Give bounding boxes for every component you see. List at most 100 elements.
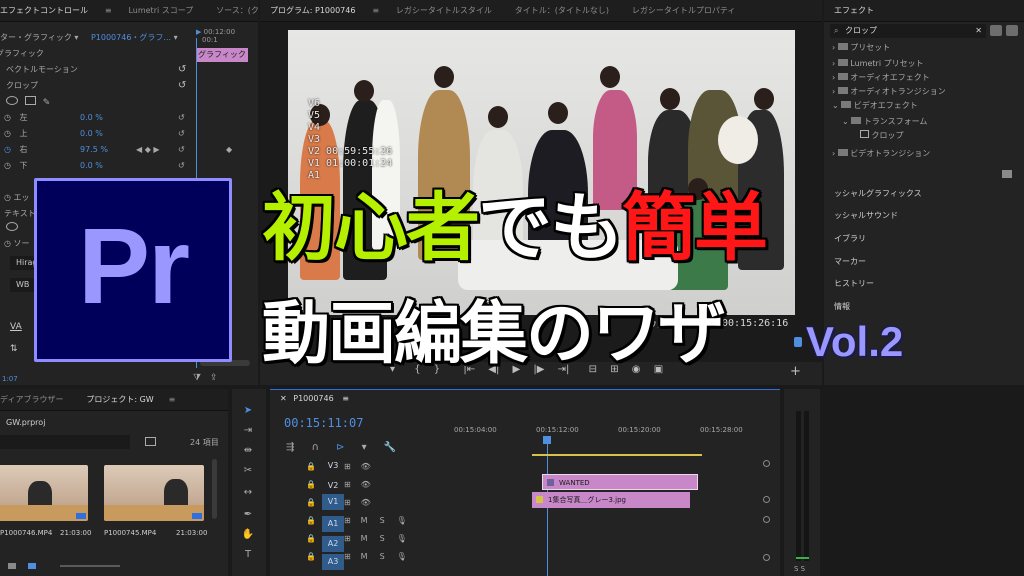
graphic-clip-bar[interactable]: グラフィック	[196, 48, 248, 62]
param-value[interactable]: 97.5 %	[80, 142, 108, 158]
tab-effects[interactable]: エフェクト	[824, 0, 884, 22]
mute-button[interactable]: M	[361, 534, 368, 543]
track-target-v1[interactable]: V1	[322, 494, 344, 510]
tree-item-video-transitions[interactable]: › ビデオトランジション	[832, 146, 930, 162]
track-target-a3[interactable]: A3	[322, 554, 344, 570]
new-search-bin-icon[interactable]	[145, 437, 156, 446]
reset-icon[interactable]: ↺	[178, 142, 185, 158]
tab-project[interactable]: プロジェクト: GW	[76, 389, 163, 411]
ruler-play-icon[interactable]: ▶	[196, 28, 201, 36]
thumb-clip[interactable]	[0, 465, 88, 521]
add-marker-icon[interactable]: ▾	[362, 442, 367, 453]
chevron-down-icon[interactable]: ▾	[174, 33, 178, 42]
reset-icon[interactable]: ↺	[178, 64, 186, 75]
section-graphic[interactable]: グラフィック	[0, 46, 44, 62]
tree-item-presets[interactable]: › プリセット	[832, 40, 890, 56]
work-area-bar[interactable]	[532, 454, 702, 456]
stopwatch-icon[interactable]: ◷	[4, 193, 11, 202]
sequence-clip-selector[interactable]: P1000746・グラフ...	[91, 33, 171, 42]
reset-icon[interactable]: ↺	[178, 110, 185, 126]
project-search[interactable]	[0, 435, 130, 449]
track-target-v2[interactable]: V2	[322, 478, 344, 494]
reset-icon[interactable]: ↺	[178, 158, 185, 174]
pen-tool-icon[interactable]: ✒	[240, 507, 256, 523]
lock-icon[interactable]: 🔒	[306, 498, 316, 507]
settings-icon[interactable]	[794, 337, 802, 347]
panel-essential-graphics[interactable]: ッシャルグラフィックス	[834, 186, 922, 202]
tab-source[interactable]: ソース：(ク	[206, 0, 258, 22]
panel-menu-icon[interactable]: ≡	[368, 0, 383, 22]
mic-icon[interactable]: 🎙	[397, 534, 407, 543]
mic-icon[interactable]: 🎙	[397, 516, 407, 525]
zoom-slider[interactable]	[60, 565, 120, 567]
clip-selector[interactable]: マスター・グラフィック	[0, 33, 72, 42]
stopwatch-icon[interactable]: ◷	[4, 161, 11, 170]
ruler[interactable]: 00:15:04:00 00:15:12:00 00:15:20:00 00:1…	[450, 424, 780, 448]
sync-lock-icon[interactable]: ⊞	[344, 480, 351, 489]
razor-tool-icon[interactable]: ✂	[240, 463, 256, 479]
panel-history[interactable]: ヒストリー	[834, 276, 874, 292]
solo-button[interactable]: S	[380, 516, 385, 525]
thumb-clip[interactable]	[104, 465, 204, 521]
scroll-handle-icon[interactable]	[763, 460, 770, 467]
wrench-icon[interactable]: 🔧	[384, 442, 396, 453]
solo-button[interactable]: S	[380, 534, 385, 543]
param-value[interactable]: 0.0 %	[80, 158, 103, 174]
sync-lock-icon[interactable]: ⊞	[344, 534, 351, 543]
export-icon[interactable]: ⇪	[210, 373, 218, 383]
lock-icon[interactable]: 🔒	[306, 552, 316, 561]
clip-wanted[interactable]: WANTED	[542, 474, 698, 490]
track-target-a2[interactable]: A2	[322, 536, 344, 552]
type-tool-icon[interactable]: T	[240, 547, 256, 563]
sync-lock-icon[interactable]: ⊞	[344, 498, 351, 507]
filter-icon[interactable]: ⧩	[193, 373, 201, 383]
tab-lumetri-scopes[interactable]: Lumetri スコープ	[118, 0, 203, 22]
mic-icon[interactable]: 🎙	[397, 552, 407, 561]
icon-view-icon[interactable]	[28, 563, 36, 569]
panel-info[interactable]: 情報	[834, 299, 850, 315]
32bit-effects-icon[interactable]	[1006, 25, 1018, 36]
rect-mask-icon[interactable]	[24, 96, 36, 105]
new-bin-icon[interactable]	[1002, 170, 1012, 178]
lock-icon[interactable]: 🔒	[306, 516, 316, 525]
tab-title[interactable]: タイトル：(タイトルなし)	[505, 0, 619, 22]
tree-item-crop[interactable]: クロップ	[860, 128, 904, 144]
lock-icon[interactable]: 🔒	[306, 480, 316, 489]
effects-search[interactable]: ⌕ クロップ ✕	[830, 24, 986, 38]
stopwatch-icon[interactable]: ◷	[4, 113, 11, 122]
tab-legacy-title-properties[interactable]: レガシータイトルプロパティ	[622, 0, 746, 22]
sync-lock-icon[interactable]: ⊞	[344, 462, 351, 471]
param-value[interactable]: 0.0 %	[80, 126, 103, 142]
reset-icon[interactable]: ↺	[178, 80, 186, 91]
project-scrollbar[interactable]	[212, 459, 217, 519]
track-target-a1[interactable]: A1	[322, 516, 344, 532]
panel-menu-icon[interactable]: ≡	[101, 0, 116, 22]
tab-effect-controls[interactable]: エフェクトコントロール	[0, 0, 98, 22]
nest-icon[interactable]: ⇶	[286, 442, 294, 453]
param-value[interactable]: 0.0 %	[80, 110, 103, 126]
timeline-tab[interactable]: ✕ P1000746 ≡	[280, 394, 349, 403]
timeline-timecode[interactable]: 00:15:11:07	[284, 416, 363, 430]
panel-markers[interactable]: マーカー	[834, 254, 866, 270]
stopwatch-icon[interactable]: ◷	[4, 239, 11, 248]
scroll-handle-icon[interactable]	[763, 516, 770, 523]
ripple-edit-tool-icon[interactable]: ⇹	[240, 443, 256, 459]
eye-icon[interactable]: 👁	[361, 462, 371, 471]
tracking-icon[interactable]: VA	[10, 322, 22, 332]
sync-lock-icon[interactable]: ⊞	[344, 552, 351, 561]
panel-libraries[interactable]: イブラリ	[834, 231, 866, 247]
pen-mask-icon[interactable]: ✎	[43, 98, 51, 108]
eye-icon[interactable]: 👁	[361, 480, 371, 489]
scroll-handle-icon[interactable]	[763, 496, 770, 503]
sync-lock-icon[interactable]: ⊞	[344, 516, 351, 525]
lock-icon[interactable]: 🔒	[306, 534, 316, 543]
slip-tool-icon[interactable]: ↔	[240, 485, 256, 501]
ellipse-mask-icon[interactable]	[6, 96, 18, 105]
accelerated-effects-icon[interactable]	[990, 25, 1002, 36]
mute-button[interactable]: M	[361, 516, 368, 525]
keyframe-icon[interactable]: ◆	[226, 142, 232, 158]
reset-icon[interactable]: ↺	[178, 126, 185, 142]
mute-button[interactable]: M	[361, 552, 368, 561]
keyframe-nav-icon[interactable]: ◀ ◆ ▶	[136, 142, 160, 158]
add-icon[interactable]: +	[790, 364, 801, 379]
